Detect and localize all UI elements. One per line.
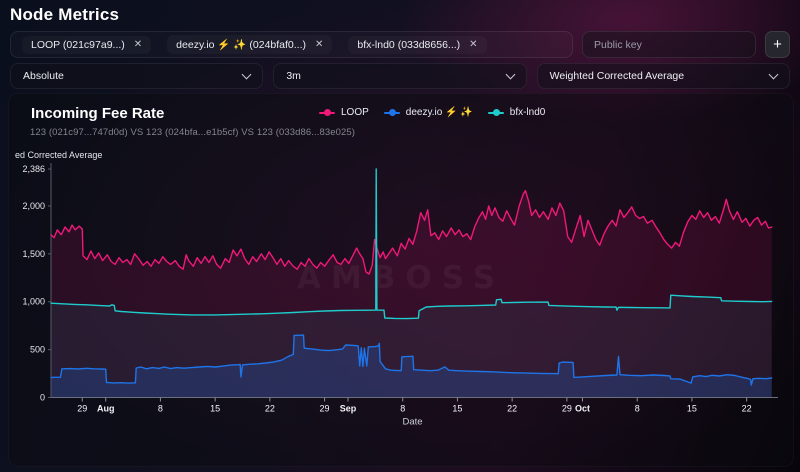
svg-text:500: 500 (30, 345, 45, 355)
chart-canvas[interactable]: 2,386 2,000 1,500 1,000 500 0 29 Aug 8 15 22 29 Sep 8… (9, 94, 793, 466)
node-chip-deezy: deezy.io ⚡ ✨ (024bfaf0...) ✕ (167, 35, 332, 54)
svg-text:8: 8 (158, 404, 163, 414)
aggregation-select[interactable]: Weighted Corrected Average (537, 63, 790, 89)
svg-text:Sep: Sep (340, 404, 357, 414)
svg-text:29: 29 (77, 404, 87, 414)
svg-text:1,000: 1,000 (22, 297, 45, 307)
svg-text:15: 15 (210, 404, 220, 414)
svg-text:1,500: 1,500 (22, 249, 45, 259)
svg-text:15: 15 (687, 404, 697, 414)
page-title: Node Metrics (10, 5, 119, 25)
filter-bar: LOOP (021c97a9...) ✕ deezy.io ⚡ ✨ (024bf… (10, 31, 790, 58)
svg-text:2,386: 2,386 (22, 164, 45, 174)
svg-text:29: 29 (320, 404, 330, 414)
svg-text:22: 22 (507, 404, 517, 414)
svg-text:8: 8 (635, 404, 640, 414)
svg-text:8: 8 (400, 404, 405, 414)
aggregation-value: Weighted Corrected Average (550, 70, 684, 82)
chevron-down-icon (242, 70, 252, 80)
node-chip-loop: LOOP (021c97a9...) ✕ (22, 36, 151, 54)
svg-text:22: 22 (265, 404, 275, 414)
node-chip-label: deezy.io ⚡ ✨ (024bfaf0...) (176, 38, 306, 51)
metric-mode-select[interactable]: Absolute (10, 63, 263, 89)
remove-node-icon[interactable]: ✕ (469, 40, 477, 50)
svg-text:Date: Date (402, 417, 422, 428)
time-range-value: 3m (286, 70, 301, 82)
node-chips-container: LOOP (021c97a9...) ✕ deezy.io ⚡ ✨ (024bf… (10, 31, 573, 58)
metric-mode-value: Absolute (23, 70, 64, 82)
time-range-select[interactable]: 3m (273, 63, 526, 89)
node-chip-label: bfx-lnd0 (033d8656...) (357, 39, 460, 51)
controls-row: Absolute 3m Weighted Corrected Average (10, 63, 790, 89)
chevron-down-icon (505, 70, 515, 80)
chart-card: Incoming Fee Rate LOOP deezy.io ⚡ ✨ bfx-… (8, 93, 794, 467)
svg-text:Oct: Oct (575, 404, 590, 414)
svg-text:0: 0 (40, 393, 45, 403)
remove-node-icon[interactable]: ✕ (315, 40, 323, 50)
svg-text:Aug: Aug (97, 404, 115, 414)
node-chip-bfx: bfx-lnd0 (033d8656...) ✕ (348, 36, 486, 54)
svg-text:29: 29 (562, 404, 572, 414)
node-chip-label: LOOP (021c97a9...) (31, 39, 125, 51)
chevron-down-icon (769, 70, 779, 80)
svg-text:15: 15 (452, 404, 462, 414)
add-node-button[interactable]: + (765, 31, 790, 58)
remove-node-icon[interactable]: ✕ (134, 40, 142, 50)
svg-text:22: 22 (742, 404, 752, 414)
svg-text:2,000: 2,000 (22, 201, 45, 211)
public-key-input[interactable] (582, 31, 756, 58)
